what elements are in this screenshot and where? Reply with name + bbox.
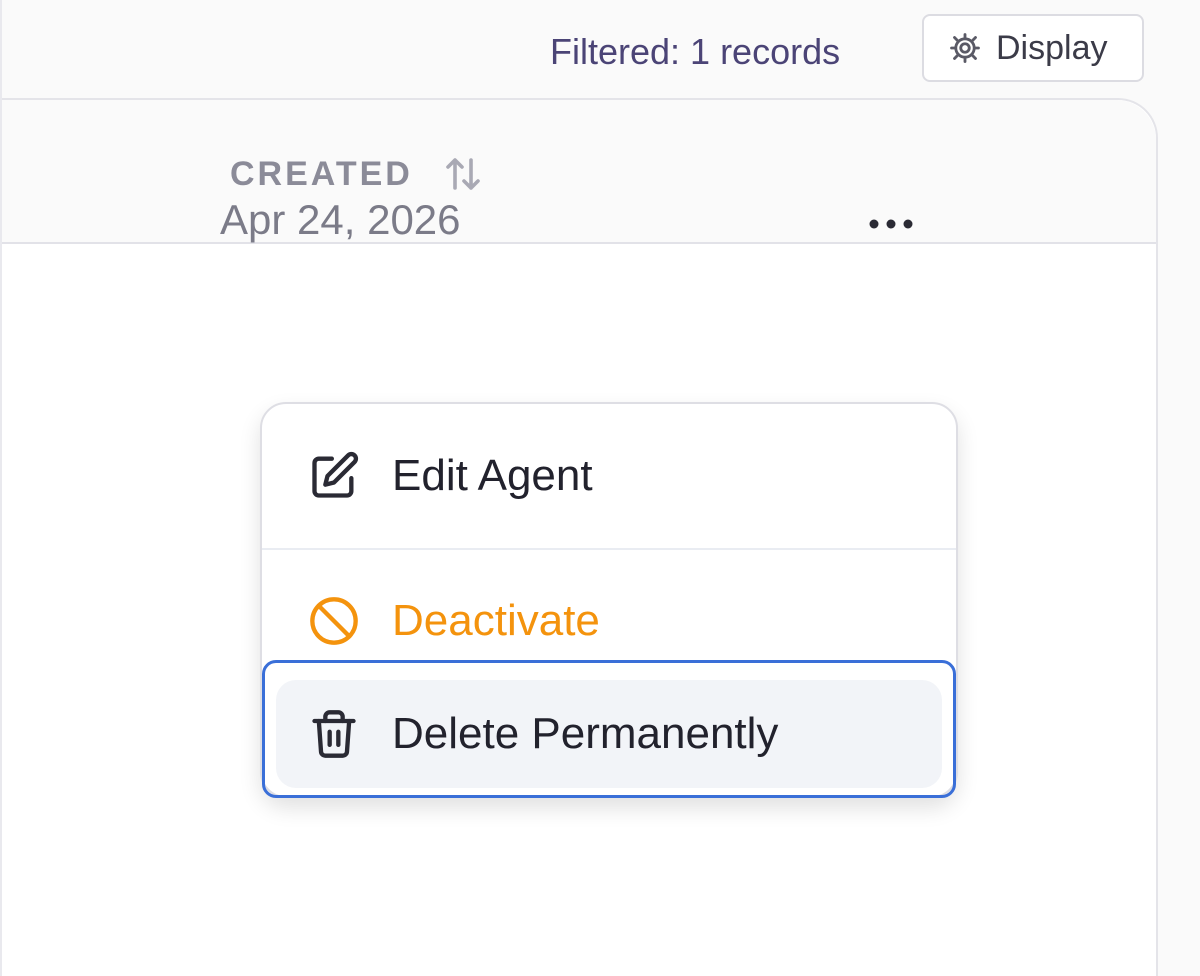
row-actions-button[interactable] [862,200,920,248]
menu-item-label: Edit Agent [392,451,593,500]
ban-icon [308,595,360,647]
column-header-label: CREATED [230,154,413,193]
filter-count: Filtered: 1 records [550,31,841,72]
display-button-label: Display [996,28,1108,67]
menu-item-deactivate[interactable]: Deactivate [262,554,956,688]
row-actions-menu: Edit Agent Deactivate Delete Permanently [260,402,958,798]
created-date-cell: Apr 24, 2026 [220,196,461,243]
menu-item-label: Deactivate [392,596,600,645]
menu-item-edit-agent[interactable]: Edit Agent [262,404,956,548]
menu-divider [262,548,956,550]
more-horizontal-icon [868,218,914,230]
edit-icon [308,450,360,502]
sort-arrows-icon[interactable] [443,152,483,196]
table-header-row: CREATED [2,100,1156,244]
display-button[interactable]: Display [922,14,1144,82]
gear-icon [948,31,982,65]
trash-icon [308,708,360,760]
menu-item-delete-permanently[interactable]: Delete Permanently [276,680,942,788]
menu-item-label: Delete Permanently [392,709,779,758]
column-header-created[interactable]: CREATED [230,152,483,196]
agents-table-view: Filtered: 1 records Display CREATED Apr … [0,0,1200,976]
